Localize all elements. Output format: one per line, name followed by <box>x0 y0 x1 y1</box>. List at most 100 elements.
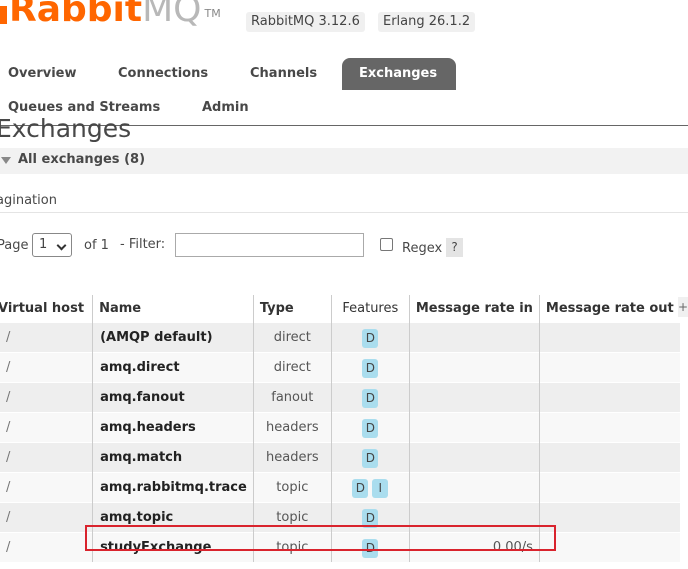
cell-type: direct <box>252 322 332 353</box>
page-select[interactable]: 1 <box>32 233 72 257</box>
feature-tag-durable: D <box>362 509 379 528</box>
logo-mark-icon <box>0 6 7 24</box>
table-row[interactable]: / amq.direct direct D <box>0 352 680 383</box>
tab-overview[interactable]: Overview <box>0 58 94 90</box>
cell-rate-in <box>408 412 540 443</box>
cell-rate-out <box>538 382 680 413</box>
logo-mq-text: MQ <box>142 0 202 30</box>
cell-rate-in <box>408 382 540 413</box>
cell-vhost: / <box>0 532 93 562</box>
header-type[interactable]: Type <box>252 295 332 323</box>
cell-features: D <box>330 352 410 383</box>
cell-features: D <box>330 532 410 562</box>
tab-connections[interactable]: Connections <box>101 58 225 90</box>
rabbitmq-logo[interactable]: Rabbit MQ TM <box>0 0 221 30</box>
feature-tag-durable: D <box>362 539 379 558</box>
pagination-divider <box>0 212 688 213</box>
table-row[interactable]: / amq.rabbitmq.trace topic DI <box>0 472 680 503</box>
erlang-version-badge: Erlang 26.1.2 <box>378 12 476 32</box>
cell-features: DI <box>330 472 410 503</box>
cell-rate-out <box>538 532 680 562</box>
cell-rate-in <box>408 442 540 473</box>
table-row[interactable]: / amq.topic topic D <box>0 502 680 533</box>
page-label: Page <box>0 238 29 253</box>
cell-name[interactable]: studyExchange <box>92 532 254 562</box>
cell-vhost: / <box>0 382 93 413</box>
header-message-rate-in[interactable]: Message rate in <box>408 295 540 323</box>
table-header-row: Virtual host Name Type Features Message … <box>0 295 680 323</box>
cell-vhost: / <box>0 322 93 353</box>
cell-vhost: / <box>0 352 93 383</box>
cell-rate-out <box>538 322 680 353</box>
feature-tag-durable: D <box>352 479 369 498</box>
regex-help-icon[interactable]: ? <box>446 238 463 257</box>
regex-checkbox[interactable] <box>380 238 393 251</box>
exchanges-table: Virtual host Name Type Features Message … <box>0 295 680 562</box>
cell-type: topic <box>252 532 332 562</box>
table-row[interactable]: / (AMQP default) direct D <box>0 322 680 353</box>
cell-name[interactable]: amq.direct <box>92 352 254 383</box>
table-row[interactable]: / studyExchange topic D 0.00/s <box>0 532 680 562</box>
feature-tag-durable: D <box>362 359 379 378</box>
logo-rabbit-text: Rabbit <box>9 0 143 30</box>
cell-vhost: / <box>0 442 93 473</box>
pagination-label[interactable]: agination <box>0 193 57 208</box>
cell-features: D <box>330 442 410 473</box>
cell-vhost: / <box>0 502 93 533</box>
section-label: All exchanges (8) <box>18 152 146 167</box>
feature-tag-durable: D <box>362 329 379 348</box>
cell-type: headers <box>252 412 332 443</box>
header-name[interactable]: Name <box>92 295 254 323</box>
cell-vhost: / <box>0 412 93 443</box>
cell-rate-in <box>408 472 540 503</box>
regex-label: Regex <box>402 241 443 256</box>
cell-name[interactable]: amq.headers <box>92 412 254 443</box>
filter-input[interactable] <box>175 233 364 257</box>
cell-vhost: / <box>0 472 93 503</box>
cell-type: direct <box>252 352 332 383</box>
filter-label: - Filter: <box>120 237 166 252</box>
table-row[interactable]: / amq.match headers D <box>0 442 680 473</box>
cell-type: headers <box>252 442 332 473</box>
cell-rate-out <box>538 472 680 503</box>
cell-rate-out <box>538 442 680 473</box>
all-exchanges-section-header[interactable]: All exchanges (8) <box>0 148 688 174</box>
tab-channels[interactable]: Channels <box>233 58 334 90</box>
cell-features: D <box>330 382 410 413</box>
cell-name[interactable]: amq.fanout <box>92 382 254 413</box>
cell-features: D <box>330 412 410 443</box>
cell-rate-in <box>408 352 540 383</box>
rabbitmq-version-badge: RabbitMQ 3.12.6 <box>246 12 365 32</box>
cell-rate-out <box>538 502 680 533</box>
feature-tag-durable: D <box>362 449 379 468</box>
table-row[interactable]: / amq.fanout fanout D <box>0 382 680 413</box>
cell-type: topic <box>252 472 332 503</box>
cell-name[interactable]: amq.match <box>92 442 254 473</box>
column-toggle-button[interactable]: +/- <box>678 297 688 317</box>
logo-trademark: TM <box>204 7 221 20</box>
page-of-label: of 1 <box>84 238 109 253</box>
cell-features: D <box>330 502 410 533</box>
page-title: Exchanges <box>0 114 132 143</box>
cell-rate-out <box>538 412 680 443</box>
feature-tag-durable: D <box>362 389 379 408</box>
feature-tag-internal: I <box>372 479 389 498</box>
chevron-down-icon <box>56 240 67 251</box>
collapse-triangle-icon <box>1 157 11 164</box>
table-row[interactable]: / amq.headers headers D <box>0 412 680 443</box>
page-select-value: 1 <box>39 237 48 252</box>
cell-rate-out <box>538 352 680 383</box>
cell-type: topic <box>252 502 332 533</box>
cell-rate-in <box>408 322 540 353</box>
cell-rate-in <box>408 502 540 533</box>
feature-tag-durable: D <box>362 419 379 438</box>
tab-exchanges[interactable]: Exchanges <box>342 58 456 90</box>
header-virtual-host[interactable]: Virtual host <box>0 295 91 323</box>
cell-name[interactable]: amq.rabbitmq.trace <box>92 472 254 503</box>
cell-rate-in: 0.00/s <box>408 532 540 562</box>
header-message-rate-out[interactable]: Message rate out <box>538 295 680 323</box>
cell-name[interactable]: amq.topic <box>92 502 254 533</box>
cell-name[interactable]: (AMQP default) <box>92 322 254 353</box>
header-features: Features <box>330 295 410 323</box>
tab-admin[interactable]: Admin <box>185 92 266 124</box>
